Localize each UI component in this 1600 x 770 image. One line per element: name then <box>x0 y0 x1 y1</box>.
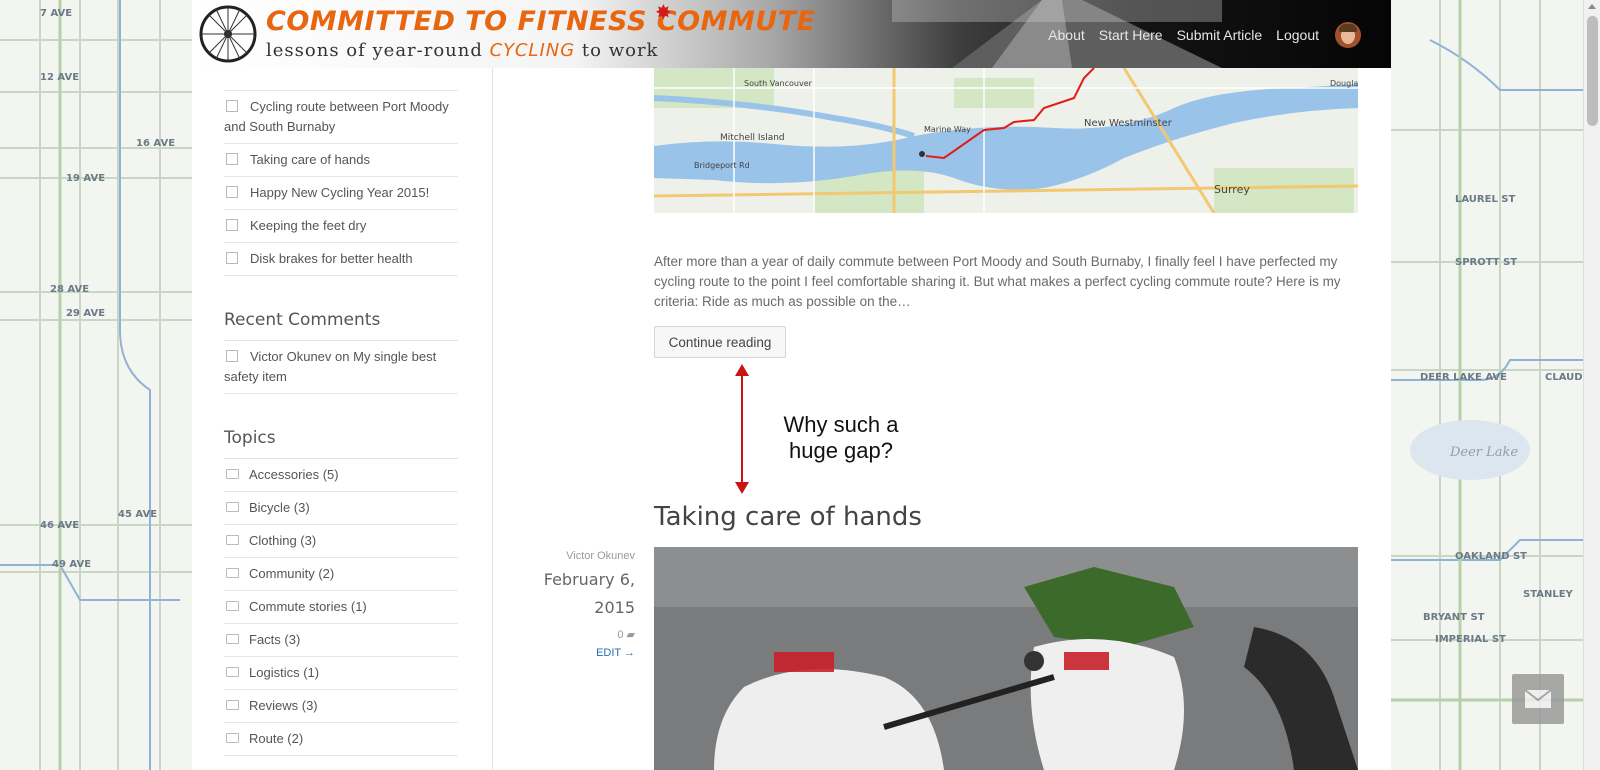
nav-submit-article[interactable]: Submit Article <box>1177 27 1263 43</box>
svg-text:7 AVE: 7 AVE <box>40 8 72 19</box>
list-item[interactable]: Commute stories (1) <box>224 591 458 624</box>
svg-text:OAKLAND ST: OAKLAND ST <box>1455 551 1527 562</box>
avatar[interactable] <box>1335 22 1361 48</box>
recent-posts-list: Cycling route between Port Moody and Sou… <box>224 90 458 276</box>
list-item[interactable]: Accessories (5) <box>224 459 458 492</box>
folder-icon <box>226 733 239 743</box>
scrollbar-thumb[interactable] <box>1587 16 1598 126</box>
recent-comments-list: Victor Okunev on My single best safety i… <box>224 341 458 394</box>
site-title[interactable]: COMMITTED TO FITNESS COMMUTE <box>266 6 816 37</box>
folder-icon <box>226 502 239 512</box>
list-item[interactable]: Happy New Cycling Year 2015! <box>224 177 458 210</box>
svg-text:SPROTT ST: SPROTT ST <box>1455 257 1517 268</box>
nav-logout[interactable]: Logout <box>1276 27 1319 43</box>
post-author[interactable]: Victor Okunev <box>512 550 635 562</box>
document-icon <box>226 153 238 165</box>
svg-text:Surrey: Surrey <box>1214 183 1250 196</box>
folder-icon <box>226 700 239 710</box>
folder-icon <box>226 568 239 578</box>
comment-author-link[interactable]: Victor Okunev <box>250 349 331 364</box>
list-item[interactable]: Facts (3) <box>224 624 458 657</box>
svg-text:BRYANT ST: BRYANT ST <box>1423 612 1485 623</box>
double-arrow-icon <box>735 364 749 494</box>
svg-text:16 AVE: 16 AVE <box>136 138 175 149</box>
svg-text:45 AVE: 45 AVE <box>118 509 157 520</box>
annotation-text: Why such a huge gap? <box>783 412 899 463</box>
post-featured-image[interactable] <box>654 547 1358 770</box>
post-title[interactable]: Taking care of hands <box>654 502 922 532</box>
content-panel: Cycling route between Port Moody and Sou… <box>192 68 1391 770</box>
site-header: COMMITTED TO FITNESS COMMUTE ✸ lessons o… <box>192 0 1391 68</box>
list-item[interactable]: Community (2) <box>224 558 458 591</box>
svg-text:Deer Lake: Deer Lake <box>1449 445 1518 460</box>
maple-leaf-icon: ✸ <box>655 2 672 24</box>
main-nav: About Start Here Submit Article Logout <box>1048 22 1361 48</box>
svg-text:LAUREL ST: LAUREL ST <box>1455 194 1516 205</box>
list-item[interactable]: Taking care of hands <box>224 144 458 177</box>
page-scrollbar[interactable] <box>1583 0 1600 770</box>
route-map-image[interactable]: South Vancouver Mitchell Island New West… <box>654 68 1358 213</box>
svg-text:Bridgeport Rd: Bridgeport Rd <box>694 161 750 170</box>
post-excerpt: After more than a year of daily commute … <box>654 254 1341 309</box>
list-item[interactable]: Clothing (3) <box>224 525 458 558</box>
svg-text:Marine Way: Marine Way <box>924 125 971 134</box>
recent-comments-heading: Recent Comments <box>224 298 458 341</box>
svg-text:Mitchell Island: Mitchell Island <box>720 133 785 143</box>
folder-icon <box>226 469 239 479</box>
comment-count[interactable]: 0 ▰ <box>512 628 635 641</box>
list-item[interactable]: Keeping the feet dry <box>224 210 458 243</box>
svg-text:12 AVE: 12 AVE <box>40 72 79 83</box>
document-icon <box>226 219 238 231</box>
list-item[interactable]: Bicycle (3) <box>224 492 458 525</box>
document-icon <box>226 252 238 264</box>
document-icon <box>226 186 238 198</box>
folder-icon <box>226 634 239 644</box>
folder-icon <box>226 535 239 545</box>
svg-text:46 AVE: 46 AVE <box>40 520 79 531</box>
sidebar: Cycling route between Port Moody and Sou… <box>224 68 458 756</box>
svg-text:DEER LAKE AVE: DEER LAKE AVE <box>1420 372 1507 383</box>
edit-link[interactable]: EDIT → <box>512 647 635 659</box>
svg-text:New Westminster: New Westminster <box>1084 118 1173 129</box>
column-divider <box>492 68 493 770</box>
nav-start-here[interactable]: Start Here <box>1099 27 1163 43</box>
topics-heading: Topics <box>224 416 458 459</box>
continue-reading-button[interactable]: Continue reading <box>654 326 786 358</box>
envelope-icon <box>1524 689 1552 708</box>
list-item[interactable]: Route (2) <box>224 723 458 756</box>
svg-text:29 AVE: 29 AVE <box>66 308 105 319</box>
svg-text:Douglas: Douglas <box>1330 79 1358 88</box>
list-item[interactable]: Reviews (3) <box>224 690 458 723</box>
post-meta: Victor Okunev February 6, 2015 0 ▰ EDIT → <box>512 550 635 659</box>
svg-text:28 AVE: 28 AVE <box>50 284 89 295</box>
svg-text:STANLEY: STANLEY <box>1523 589 1574 600</box>
topics-list: Accessories (5) Bicycle (3) Clothing (3)… <box>224 459 458 756</box>
svg-text:49 AVE: 49 AVE <box>52 559 91 570</box>
document-icon <box>226 100 238 112</box>
comment-icon <box>226 350 238 362</box>
logo-wheel-icon <box>199 5 257 63</box>
comments-icon: ▰ <box>626 629 635 641</box>
svg-text:19 AVE: 19 AVE <box>66 173 105 184</box>
scroll-up-icon[interactable] <box>1588 4 1596 9</box>
svg-text:South Vancouver: South Vancouver <box>744 79 813 88</box>
list-item[interactable]: Disk brakes for better health <box>224 243 458 276</box>
folder-icon <box>226 667 239 677</box>
list-item[interactable]: Logistics (1) <box>224 657 458 690</box>
folder-icon <box>226 601 239 611</box>
nav-about[interactable]: About <box>1048 27 1085 43</box>
list-item[interactable]: Cycling route between Port Moody and Sou… <box>224 91 458 144</box>
post-date[interactable]: February 6, 2015 <box>512 566 635 622</box>
list-item: Victor Okunev on My single best safety i… <box>224 341 458 394</box>
contact-mail-button[interactable] <box>1512 674 1564 724</box>
site-subtitle: lessons of year-round CYCLING to work <box>266 40 659 61</box>
svg-text:IMPERIAL ST: IMPERIAL ST <box>1435 634 1506 645</box>
